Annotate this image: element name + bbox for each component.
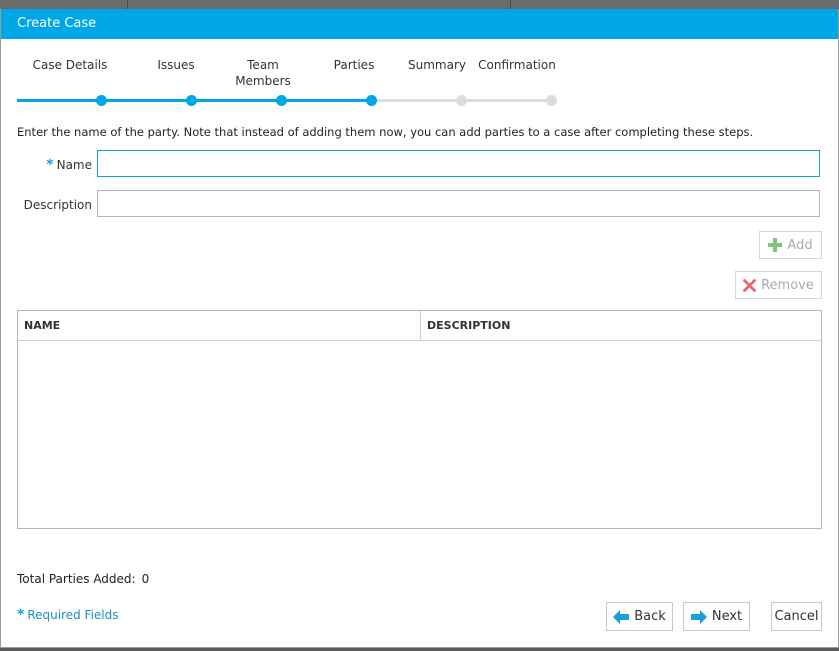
step-label-parties: Parties (333, 58, 375, 72)
remove-button[interactable]: Remove (735, 271, 822, 299)
step-dot-confirmation (546, 95, 557, 106)
step-label-team-members: Team Members (235, 58, 291, 88)
cancel-button[interactable]: Cancel (771, 602, 822, 631)
parties-grid: NAME DESCRIPTION (17, 310, 822, 529)
required-asterisk-icon: * (17, 607, 25, 623)
dialog-title: Create Case (1, 9, 838, 39)
step-label-summary: Summary (408, 58, 466, 72)
name-label: * Name (46, 157, 92, 173)
step-label-case-details: Case Details (32, 58, 108, 72)
create-case-dialog: Create Case Case Details Issues Team Mem… (0, 9, 839, 648)
column-header-name[interactable]: NAME (18, 311, 421, 340)
step-label-issues: Issues (157, 58, 195, 72)
total-parties-label: Total Parties Added: (17, 572, 136, 586)
step-dot-parties (366, 95, 377, 106)
column-header-description[interactable]: DESCRIPTION (421, 311, 821, 340)
description-input[interactable] (97, 190, 820, 217)
required-fields-note: * Required Fields (17, 607, 119, 623)
add-button[interactable]: Add (759, 231, 822, 259)
wizard-stepper: Case Details Issues Team Members Parties… (1, 39, 838, 119)
instructions-text: Enter the name of the party. Note that i… (17, 125, 754, 139)
x-icon (743, 278, 757, 292)
step-dot-team-members (276, 95, 287, 106)
required-asterisk-icon: * (46, 157, 54, 173)
background-window-strip (0, 0, 839, 9)
back-button[interactable]: Back (606, 602, 673, 631)
total-parties-count: 0 (141, 572, 150, 586)
arrow-left-icon (613, 609, 630, 624)
next-button[interactable]: Next (683, 602, 750, 631)
step-dot-summary (456, 95, 467, 106)
total-parties: Total Parties Added: 0 (17, 572, 149, 586)
name-input[interactable] (97, 150, 820, 177)
step-dot-case-details (96, 95, 107, 106)
step-label-confirmation: Confirmation (478, 58, 556, 72)
description-label: Description (23, 198, 92, 212)
grid-header: NAME DESCRIPTION (18, 311, 821, 341)
arrow-right-icon (690, 609, 707, 624)
plus-icon (768, 238, 783, 252)
step-dot-issues (186, 95, 197, 106)
